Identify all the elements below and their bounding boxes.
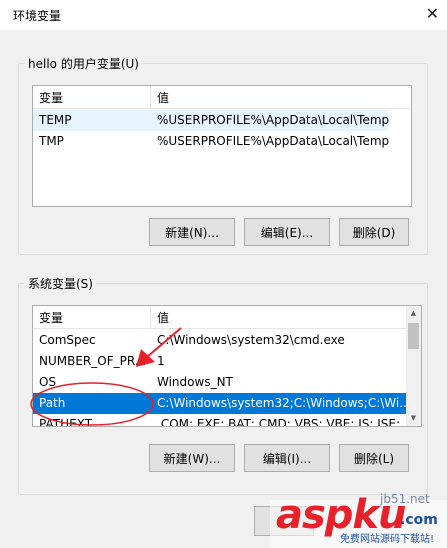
column-header-variable[interactable]: 变量 — [39, 89, 63, 106]
user-variables-label: hello 的用户变量(U) — [25, 55, 142, 72]
table-row[interactable]: OS Windows_NT — [33, 372, 406, 393]
list-header: 变量 值 — [33, 306, 406, 329]
variable-value: 1 — [157, 354, 165, 368]
vertical-scrollbar[interactable]: ▲ ▼ — [406, 306, 421, 426]
table-row[interactable]: TEMP %USERPROFILE%\AppData\Local\Temp — [33, 110, 390, 131]
variable-value: %USERPROFILE%\AppData\Local\Temp — [157, 134, 390, 148]
table-row[interactable]: TMP %USERPROFILE%\AppData\Local\Temp — [33, 131, 390, 152]
watermark: jb51.net aspku .com 免费网站源码下载站! — [270, 490, 447, 548]
watermark-tagline: 免费网站源码下载站! — [340, 534, 435, 545]
close-icon[interactable]: ✕ — [426, 4, 439, 23]
window-title: 环境变量 — [13, 9, 62, 23]
variable-value: .COM;.EXE;.BAT;.CMD;.VBS;.VBE;.JS;.JSE;.… — [157, 417, 412, 427]
variable-value: Windows_NT — [157, 375, 233, 389]
system-variables-group: 系统变量(S) 变量 值 ComSpec C:\Windows\system32… — [18, 275, 428, 495]
list-header: 变量 值 — [33, 86, 411, 109]
system-variables-label: 系统变量(S) — [25, 275, 96, 292]
variable-name: ComSpec — [39, 333, 96, 347]
user-edit-button[interactable]: 编辑(E)... — [244, 218, 330, 246]
dialog-body: hello 的用户变量(U) 变量 值 TEMP %USERPROFILE%\A… — [0, 30, 447, 548]
watermark-suffix: .com — [400, 512, 438, 528]
user-variables-group: hello 的用户变量(U) 变量 值 TEMP %USERPROFILE%\A… — [18, 55, 428, 255]
user-delete-button[interactable]: 删除(D) — [339, 218, 409, 246]
column-header-variable[interactable]: 变量 — [39, 309, 63, 326]
variable-name: TMP — [39, 134, 64, 148]
scroll-down-icon[interactable]: ▼ — [406, 411, 421, 426]
column-header-value[interactable]: 值 — [157, 309, 169, 326]
column-divider[interactable] — [150, 306, 151, 328]
user-new-button[interactable]: 新建(N)... — [149, 218, 235, 246]
column-divider[interactable] — [150, 86, 151, 108]
system-variables-list[interactable]: 变量 值 ComSpec C:\Windows\system32\cmd.exe… — [32, 305, 422, 427]
variable-name: TEMP — [39, 113, 72, 127]
variable-value: %USERPROFILE%\AppData\Local\Temp — [157, 113, 390, 127]
table-row[interactable]: PATHEXT .COM;.EXE;.BAT;.CMD;.VBS;.VBE;.J… — [33, 414, 411, 427]
system-delete-button[interactable]: 删除(L) — [339, 444, 409, 472]
variable-name: PATHEXT — [39, 417, 93, 427]
scroll-up-icon[interactable]: ▲ — [406, 306, 421, 321]
scrollbar-thumb[interactable] — [408, 323, 419, 349]
title-bar: 环境变量 ✕ — [0, 0, 447, 30]
variable-value: C:\Windows\system32;C:\Windows;C:\Wi... — [157, 396, 411, 410]
table-row[interactable]: ComSpec C:\Windows\system32\cmd.exe — [33, 330, 406, 351]
user-variables-list[interactable]: 变量 值 TEMP %USERPROFILE%\AppData\Local\Te… — [32, 85, 412, 207]
variable-value: C:\Windows\system32\cmd.exe — [157, 333, 345, 347]
variable-name: NUMBER_OF_PR... — [39, 354, 147, 368]
variable-name: OS — [39, 375, 57, 389]
system-edit-button[interactable]: 编辑(I)... — [244, 444, 330, 472]
column-header-value[interactable]: 值 — [157, 89, 169, 106]
table-row-selected[interactable]: Path C:\Windows\system32;C:\Windows;C:\W… — [33, 393, 411, 414]
table-row[interactable]: NUMBER_OF_PR... 1 — [33, 351, 406, 372]
system-new-button[interactable]: 新建(W)... — [149, 444, 235, 472]
variable-name: Path — [39, 396, 66, 410]
